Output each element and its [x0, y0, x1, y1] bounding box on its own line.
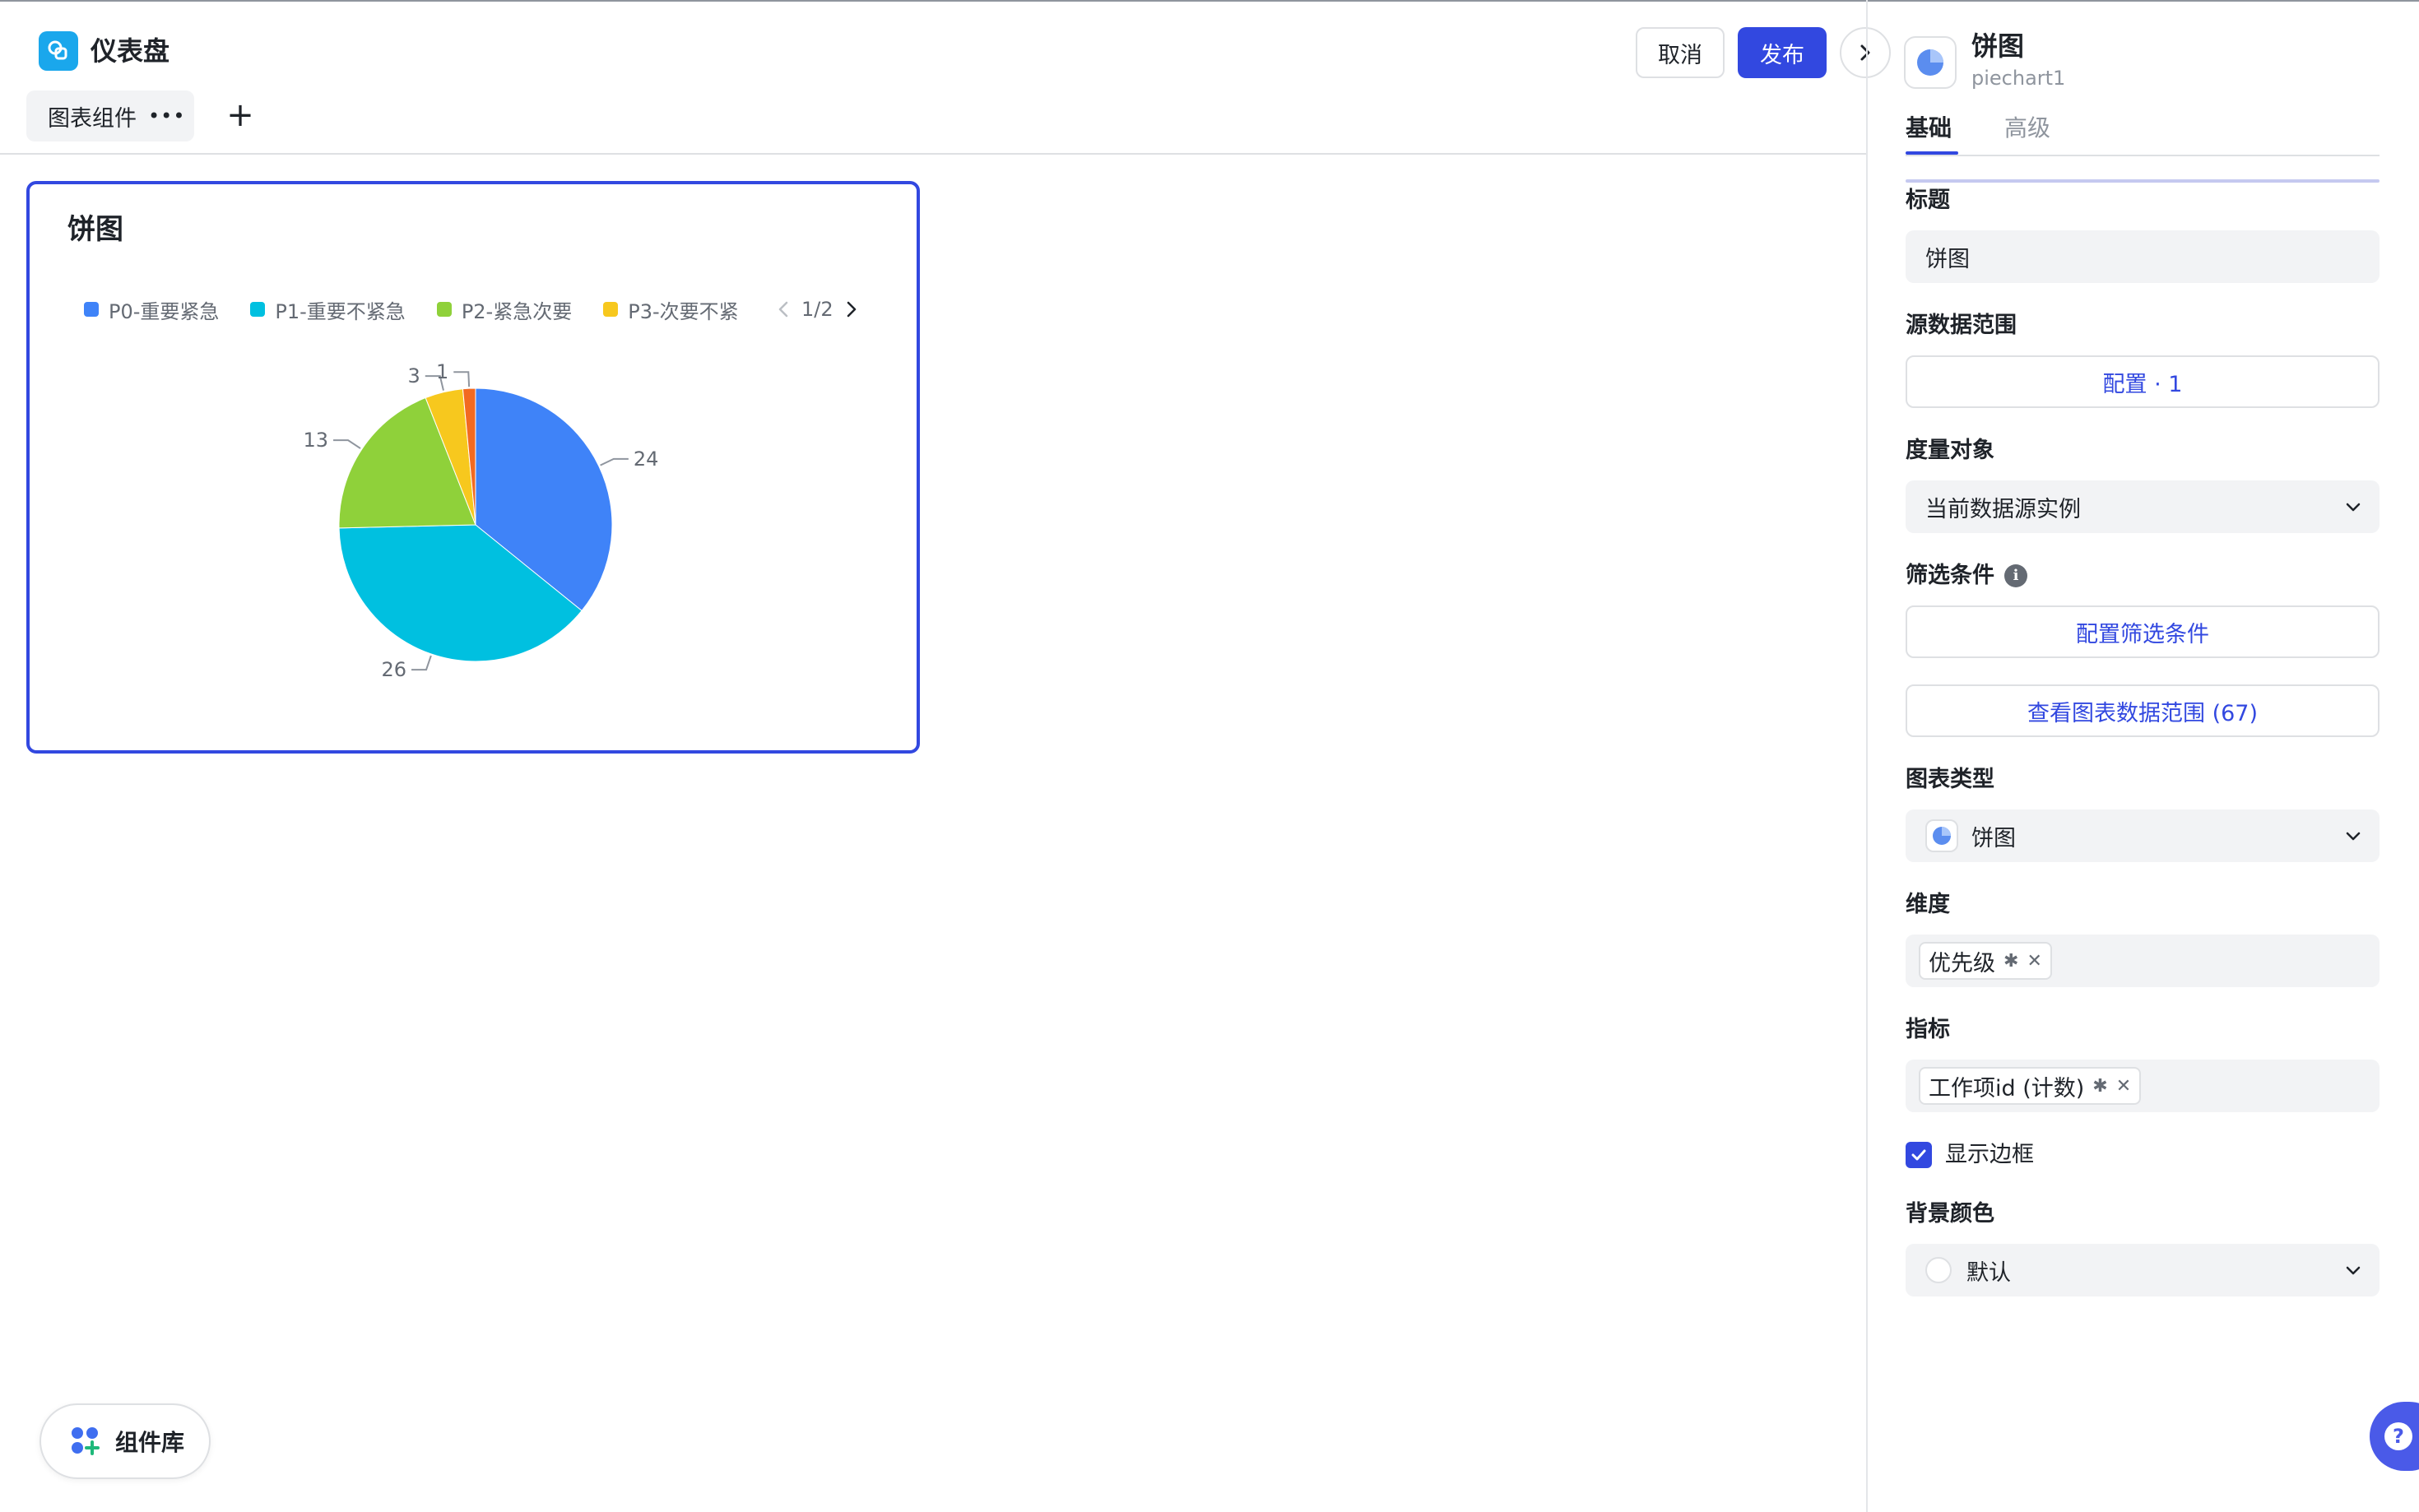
dimension-tag-label: 优先级 [1929, 950, 1995, 976]
label-leader-line [600, 457, 629, 466]
title-input-value: 饼图 [1925, 246, 1970, 272]
color-swatch [1925, 1257, 1952, 1283]
pie-data-label: 26 [381, 658, 406, 681]
dimension-tag[interactable]: 优先级 ✱ ✕ [1919, 942, 2052, 980]
chart-type-value: 饼图 [1971, 825, 2016, 851]
close-icon[interactable]: ✕ [2116, 1076, 2131, 1097]
bg-color-value: 默认 [1966, 1259, 2011, 1286]
dimension-label: 维度 [1906, 892, 1950, 917]
component-id: piechart1 [1971, 67, 2066, 90]
measure-select[interactable]: 当前数据源实例 [1906, 480, 2380, 533]
chart-type-select[interactable]: 饼图 [1906, 809, 2380, 862]
pie-data-label: 1 [436, 360, 448, 383]
filter-label: 筛选条件 i [1906, 559, 2027, 592]
dashboard-app-icon [39, 31, 78, 71]
view-data-range-button[interactable]: 查看图表数据范围 (67) [1906, 684, 2380, 737]
gear-icon[interactable]: ✱ [2092, 1076, 2107, 1097]
tab-label: 图表组件 [48, 105, 137, 132]
pie-chart-icon [1904, 36, 1957, 89]
show-border-label[interactable]: 显示边框 [1945, 1139, 2034, 1171]
page-title: 仪表盘 [91, 35, 170, 67]
dimension-field[interactable]: 优先级 ✱ ✕ [1906, 935, 2380, 987]
metric-tag-label: 工作项id (计数) [1929, 1075, 2085, 1102]
chevron-down-icon [2346, 832, 2361, 841]
tab-advanced[interactable]: 高级 [2004, 110, 2050, 146]
bg-color-label: 背景颜色 [1906, 1201, 1994, 1227]
pie-data-label: 3 [408, 364, 420, 387]
panel-title: 饼图 [1971, 30, 2025, 62]
measure-value: 当前数据源实例 [1925, 496, 2081, 522]
gear-icon[interactable]: ✱ [2003, 951, 2018, 972]
label-leader-line [453, 371, 471, 387]
header-divider [0, 153, 1868, 155]
component-library-button[interactable]: 组件库 [39, 1403, 211, 1479]
source-range-label: 源数据范围 [1906, 313, 2017, 338]
metric-tag[interactable]: 工作项id (计数) ✱ ✕ [1919, 1067, 2142, 1105]
pie-chart-icon [1925, 819, 1958, 852]
cancel-button[interactable]: 取消 [1636, 27, 1725, 78]
metric-label: 指标 [1906, 1017, 1950, 1042]
tab-basic[interactable]: 基础 [1906, 110, 1952, 146]
chevron-right-icon [1860, 44, 1870, 61]
pie-chart-card[interactable]: 饼图 P0-重要紧急 P1-重要不紧急 P2-紧急次要 P3-次要不紧 1/2 … [26, 181, 920, 754]
tab-chart-components[interactable]: 图表组件 ••• [26, 90, 194, 141]
label-leader-line [333, 439, 361, 449]
bg-color-select[interactable]: 默认 [1906, 1244, 2380, 1296]
collapse-panel-button[interactable] [1840, 27, 1891, 78]
help-icon: ? [2384, 1422, 2412, 1450]
title-input[interactable]: 饼图 [1906, 230, 2380, 283]
component-library-icon [72, 1427, 100, 1455]
tab-more-icon[interactable]: ••• [148, 104, 185, 128]
chevron-down-icon [2346, 1266, 2361, 1275]
chart-type-label: 图表类型 [1906, 767, 1994, 792]
show-border-checkbox[interactable] [1906, 1142, 1932, 1168]
configure-source-button[interactable]: 配置 · 1 [1906, 355, 2380, 408]
close-icon[interactable]: ✕ [2027, 951, 2041, 972]
metric-field[interactable]: 工作项id (计数) ✱ ✕ [1906, 1060, 2380, 1112]
chevron-down-icon [2346, 503, 2361, 512]
pie-data-label: 13 [303, 429, 328, 452]
label-leader-line [411, 655, 432, 671]
pie-chart: 24 26 13 3 1 [303, 360, 659, 681]
dashboard-editor: 仪表盘 图表组件 ••• + 取消 发布 饼图 P0-重要紧急 P1-重要不紧急… [0, 0, 2419, 1512]
measure-label: 度量对象 [1906, 438, 1994, 463]
panel-divider [1866, 0, 1868, 1512]
scroll-indicator [1906, 179, 2380, 183]
component-library-label: 组件库 [115, 1429, 185, 1456]
filter-label-text: 筛选条件 [1906, 563, 1994, 588]
check-icon [1911, 1149, 1926, 1161]
window-top-border [0, 0, 2419, 2]
title-label: 标题 [1906, 188, 1950, 213]
add-tab-button[interactable]: + [224, 95, 257, 135]
help-button[interactable]: ? [2370, 1402, 2419, 1471]
publish-button[interactable]: 发布 [1738, 27, 1827, 78]
tabs-divider [1906, 155, 2380, 156]
configure-filter-button[interactable]: 配置筛选条件 [1906, 605, 2380, 658]
info-icon[interactable]: i [2004, 564, 2027, 587]
pie-data-label: 24 [634, 448, 659, 471]
